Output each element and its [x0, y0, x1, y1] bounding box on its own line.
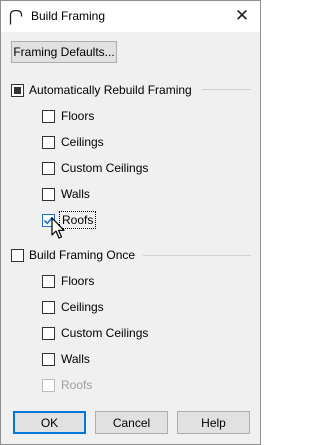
auto-walls-checkbox[interactable]: Walls — [42, 186, 90, 202]
once-ceilings-box[interactable] — [42, 300, 55, 314]
once-walls-box[interactable] — [42, 352, 55, 366]
auto-floors-box[interactable] — [42, 109, 55, 123]
auto-ceilings-label: Ceilings — [61, 135, 104, 149]
auto-custom-ceilings-checkbox[interactable]: Custom Ceilings — [42, 160, 148, 176]
arch-icon — [9, 9, 23, 25]
auto-custom-ceilings-label: Custom Ceilings — [61, 161, 149, 175]
title-bar: Build Framing ✕ — [1, 1, 260, 32]
once-ceilings-checkbox[interactable]: Ceilings — [42, 299, 104, 315]
build-once-checkbox[interactable]: Build Framing Once — [11, 247, 135, 263]
auto-custom-ceilings-box[interactable] — [42, 161, 55, 175]
once-custom-ceilings-label: Custom Ceilings — [61, 326, 149, 340]
build-framing-dialog: Build Framing ✕ Framing Defaults... Auto… — [0, 0, 261, 445]
once-ceilings-label: Ceilings — [61, 300, 104, 314]
auto-walls-box[interactable] — [42, 187, 55, 201]
once-floors-label: Floors — [61, 274, 95, 288]
auto-rebuild-checkbox[interactable]: Automatically Rebuild Framing — [11, 82, 192, 98]
once-floors-checkbox[interactable]: Floors — [42, 273, 94, 289]
ok-button[interactable]: OK — [13, 411, 86, 434]
once-roofs-checkbox: Roofs — [42, 377, 92, 393]
window-title: Build Framing — [31, 9, 106, 23]
framing-defaults-button[interactable]: Framing Defaults... — [11, 41, 117, 63]
help-button[interactable]: Help — [177, 411, 250, 434]
auto-rebuild-separator — [202, 89, 251, 90]
auto-ceilings-checkbox[interactable]: Ceilings — [42, 134, 104, 150]
auto-floors-checkbox[interactable]: Floors — [42, 108, 94, 124]
once-roofs-label: Roofs — [61, 378, 93, 392]
once-walls-checkbox[interactable]: Walls — [42, 351, 90, 367]
build-once-checkbox-box[interactable] — [11, 248, 24, 262]
once-custom-ceilings-box[interactable] — [42, 326, 55, 340]
auto-roofs-checkbox[interactable]: Roofs — [42, 211, 97, 229]
auto-rebuild-label: Automatically Rebuild Framing — [29, 83, 192, 97]
mouse-pointer-icon — [51, 217, 65, 239]
once-floors-box[interactable] — [42, 274, 55, 288]
cancel-button[interactable]: Cancel — [95, 411, 168, 434]
once-walls-label: Walls — [61, 352, 90, 366]
auto-rebuild-checkbox-box[interactable] — [11, 83, 24, 97]
build-once-label: Build Framing Once — [29, 248, 136, 262]
once-custom-ceilings-checkbox[interactable]: Custom Ceilings — [42, 325, 148, 341]
auto-walls-label: Walls — [61, 187, 90, 201]
close-icon[interactable]: ✕ — [233, 7, 251, 25]
build-once-separator — [143, 255, 251, 256]
auto-ceilings-box[interactable] — [42, 135, 55, 149]
auto-floors-label: Floors — [61, 109, 95, 123]
once-roofs-box — [42, 378, 55, 392]
